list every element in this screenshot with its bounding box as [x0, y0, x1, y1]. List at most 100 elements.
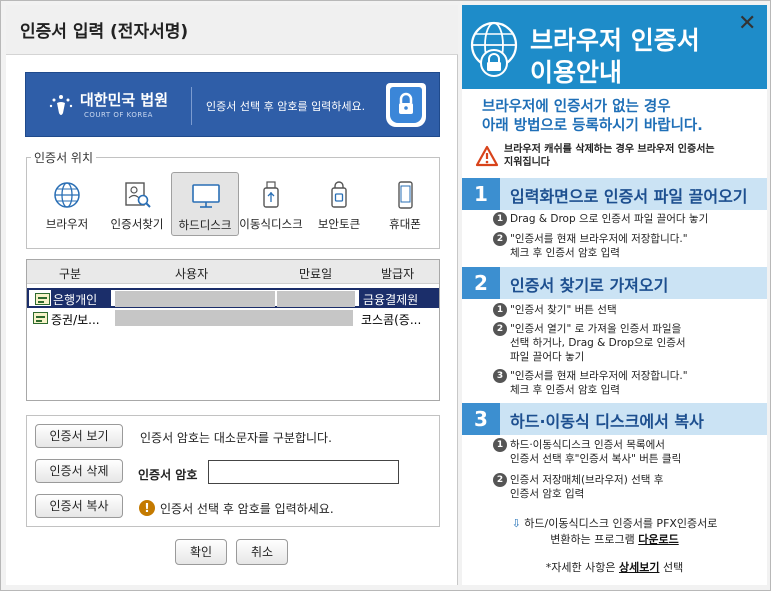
step-bullet: 1 — [493, 438, 507, 452]
location-security-token-button[interactable]: 보안토큰 — [305, 172, 373, 236]
location-legend: 인증서 위치 — [31, 149, 97, 166]
step-item-text: 하드·이동식디스크 인증서 목록에서 — [510, 439, 665, 451]
detail-suffix: 선택 — [662, 561, 684, 574]
download-icon: ⇩ — [511, 517, 521, 530]
step-number: 3 — [462, 403, 500, 435]
step-item-text: 선택 하거나, Drag & Drop으로 인증서 — [510, 337, 686, 349]
detail-section: *자세한 사항은 상세보기 선택 — [462, 560, 767, 576]
step-bullet: 1 — [493, 303, 507, 317]
court-english-name: COURT OF KOREA — [84, 111, 153, 119]
location-removable-button[interactable]: 이동식디스크 — [237, 172, 305, 236]
warning-triangle-icon — [475, 145, 499, 167]
step-item-text: "인증서를 현재 브라우저에 저장합니다." — [510, 370, 688, 382]
step-3-header: 3 하드·이동식 디스크에서 복사 — [462, 403, 767, 435]
detail-prefix: *자세한 사항은 — [545, 561, 616, 574]
row-type: 증권/보... — [51, 313, 100, 327]
step-item-text: "인증서 열기" 로 가져올 인증서 파일을 — [510, 323, 682, 335]
step-title: 입력화면으로 인증서 파일 끌어오기 — [510, 187, 748, 206]
location-cert-search-label: 인증서찾기 — [110, 217, 164, 231]
guide-header: 브라우저 인증서 이용안내 — [462, 5, 767, 89]
cache-warning-line1: 브라우저 캐쉬를 삭제하는 경우 브라우저 인증서는 — [504, 144, 715, 155]
step-title: 하드·이동식 디스크에서 복사 — [510, 412, 704, 431]
step-item: 1 "인증서 찾기" 버튼 선택 — [493, 303, 760, 317]
certificate-dialog: 인증서 입력 (전자서명) 대한민국 법원 COURT OF KOREA 인증서… — [0, 0, 771, 591]
step-bullet: 2 — [493, 473, 507, 487]
row-user-masked — [115, 310, 275, 326]
row-issuer: 금융결제원 — [359, 290, 437, 306]
header-user: 사용자 — [175, 267, 209, 281]
location-browser-label: 브라우저 — [45, 217, 89, 231]
monitor-icon — [192, 184, 220, 208]
cert-search-icon — [125, 182, 151, 208]
step-item-text: "인증서 찾기" 버튼 선택 — [510, 304, 617, 316]
step-item-text: "인증서를 현재 브라우저에 저장합니다." — [510, 233, 688, 245]
password-input[interactable] — [208, 460, 399, 484]
step-item: 2 인증서 저장매체(브라우저) 선택 후 인증서 암호 입력 — [493, 473, 760, 501]
certificate-input-panel: 인증서 입력 (전자서명) 대한민국 법원 COURT OF KOREA 인증서… — [6, 5, 458, 585]
location-harddisk-label: 하드디스크 — [178, 218, 232, 232]
close-icon[interactable]: ✕ — [738, 13, 756, 35]
download-section: ⇩ 하드/이동식디스크 인증서를 PFX인증서로 변환하는 프로그램 다운로드 — [462, 516, 767, 548]
certificate-icon — [35, 293, 50, 305]
download-text2: 변환하는 프로그램 — [550, 533, 635, 546]
table-row[interactable]: 은행개인 금융결제원 — [27, 288, 439, 308]
cancel-button[interactable]: 취소 — [236, 539, 288, 565]
delete-certificate-button[interactable]: 인증서 삭제 — [35, 459, 123, 483]
step-2-header: 2 인증서 찾기로 가져오기 — [462, 267, 767, 299]
row-expiry-masked — [275, 310, 353, 326]
court-logo-icon — [49, 95, 73, 115]
step-title: 인증서 찾기로 가져오기 — [510, 276, 669, 295]
header-issuer: 발급자 — [381, 267, 415, 281]
step-item-text: 인증서 암호 입력 — [510, 488, 585, 500]
certificate-table: 구분 사용자 만료일 발급자 은행개인 금융결제원 증권/보... 코스콤(증.… — [26, 259, 440, 401]
step-bullet: 3 — [493, 369, 507, 383]
case-sensitive-note: 인증서 암호는 대소문자를 구분합니다. — [140, 431, 332, 445]
row-user-masked — [115, 291, 275, 307]
cache-warning-line2: 지워집니다 — [504, 157, 550, 168]
banner-message: 인증서 선택 후 암호를 입력하세요. — [206, 100, 366, 113]
table-row[interactable]: 증권/보... 코스콤(증... — [27, 309, 439, 329]
step-bullet: 2 — [493, 322, 507, 336]
step-item: 1 하드·이동식디스크 인증서 목록에서 인증서 선택 후"인증서 복사" 버튼… — [493, 438, 760, 466]
download-link[interactable]: 다운로드 — [638, 533, 678, 546]
location-security-token-label: 보안토큰 — [317, 217, 361, 231]
certificate-actions: 인증서 보기 인증서 암호는 대소문자를 구분합니다. 인증서 삭제 인증서 암… — [26, 415, 440, 527]
banner-divider — [191, 87, 192, 125]
step-number: 2 — [462, 267, 500, 299]
step-item-text: Drag & Drop 으로 인증서 파일 끌어다 놓기 — [510, 213, 709, 225]
globe-icon — [54, 182, 80, 208]
row-expiry-masked — [277, 291, 355, 307]
cache-warning: 브라우저 캐쉬를 삭제하는 경우 브라우저 인증서는 지워집니다 — [504, 143, 715, 169]
guide-title-line2: 이용안내 — [530, 58, 623, 87]
step-item: 1 Drag & Drop 으로 인증서 파일 끌어다 놓기 — [493, 212, 760, 226]
row-type: 은행개인 — [51, 290, 111, 306]
usb-icon — [263, 181, 279, 208]
view-certificate-button[interactable]: 인증서 보기 — [35, 424, 123, 448]
court-banner: 대한민국 법원 COURT OF KOREA 인증서 선택 후 암호를 입력하세… — [25, 72, 440, 137]
certificate-icon — [33, 312, 48, 324]
token-lock-icon — [331, 181, 347, 208]
lock-icon — [386, 83, 426, 127]
location-browser-button[interactable]: 브라우저 — [33, 172, 101, 236]
step-item-text: 인증서 선택 후"인증서 복사" 버튼 클릭 — [510, 453, 682, 465]
guide-title-line1: 브라우저 인증서 — [530, 26, 700, 55]
phone-icon — [398, 181, 413, 209]
globe-lock-icon — [470, 21, 518, 77]
location-harddisk-button[interactable]: 하드디스크 — [171, 172, 239, 236]
step-bullet: 2 — [493, 232, 507, 246]
court-name: 대한민국 법원 — [80, 91, 169, 109]
guide-subtitle-line2: 아래 방법으로 등록하시기 바랍니다. — [482, 118, 703, 134]
download-text: 하드/이동식디스크 인증서를 PFX인증서로 — [524, 517, 718, 530]
copy-certificate-button[interactable]: 인증서 복사 — [35, 494, 123, 518]
location-phone-button[interactable]: 휴대폰 — [371, 172, 439, 236]
step-bullet: 1 — [493, 212, 507, 226]
step-item: 2 "인증서를 현재 브라우저에 저장합니다." 체크 후 인증서 암호 입력 — [493, 232, 760, 260]
step-item-text: 인증서 저장매체(브라우저) 선택 후 — [510, 474, 664, 486]
header-type: 구분 — [59, 267, 82, 281]
table-header: 구분 사용자 만료일 발급자 — [27, 260, 439, 284]
detail-link[interactable]: 상세보기 — [619, 561, 659, 574]
password-label: 인증서 암호 — [138, 468, 198, 482]
confirm-button[interactable]: 확인 — [175, 539, 227, 565]
warning-icon: ! — [139, 500, 155, 516]
location-cert-search-button[interactable]: 인증서찾기 — [103, 172, 171, 236]
